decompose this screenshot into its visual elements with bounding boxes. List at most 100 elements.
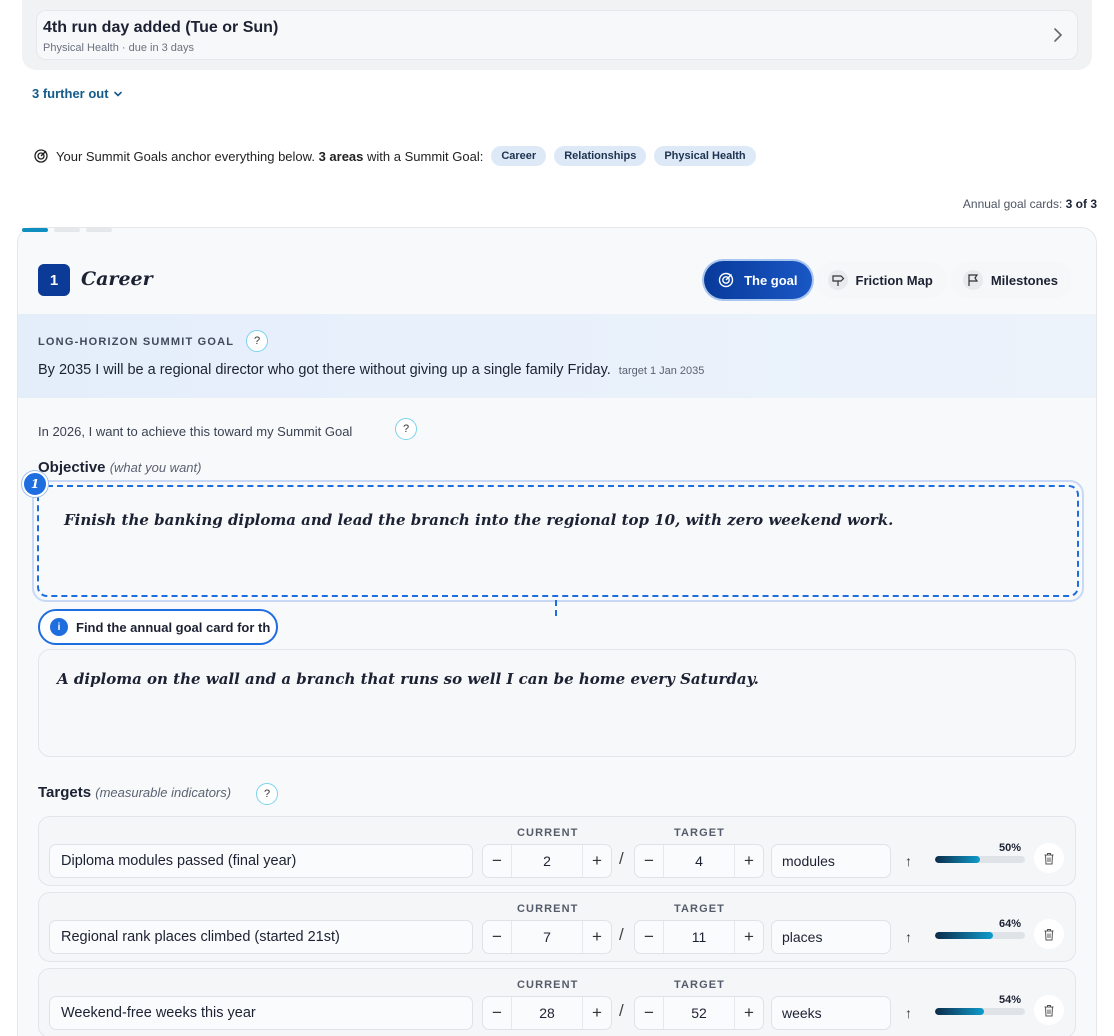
goal-card-title: Career: [81, 268, 153, 290]
current-stepper: − 7 +: [482, 920, 612, 954]
target-row: Weekend-free weeks this year CURRENT TAR…: [38, 968, 1076, 1036]
tab-milestones[interactable]: Milestones: [950, 261, 1072, 299]
further-out-toggle[interactable]: 3 further out: [32, 86, 123, 101]
chip-relationships[interactable]: Relationships: [554, 146, 647, 166]
current-value[interactable]: 28: [511, 997, 583, 1029]
tab-the-goal[interactable]: The goal: [704, 261, 812, 299]
target-value[interactable]: 11: [663, 921, 735, 953]
further-out-label: 3 further out: [32, 86, 109, 101]
pager-dot[interactable]: [86, 228, 112, 232]
target-icon: [716, 270, 736, 290]
target-stepper: − 52 +: [634, 996, 764, 1030]
trash-icon: [1044, 852, 1054, 864]
unit-input[interactable]: modules: [771, 844, 891, 878]
decrement-button[interactable]: −: [635, 845, 663, 877]
chevron-right-icon: [1054, 28, 1063, 42]
decrement-button[interactable]: −: [483, 845, 511, 877]
summit-goal-target: target 1 Jan 2035: [618, 365, 705, 377]
arrow-up-icon[interactable]: ↑: [905, 929, 912, 945]
target-row: Regional rank places climbed (started 21…: [38, 892, 1076, 962]
decrement-button[interactable]: −: [483, 921, 511, 953]
increment-button[interactable]: +: [583, 997, 611, 1029]
card-pager: [22, 228, 112, 232]
target-value[interactable]: 52: [663, 997, 735, 1029]
upcoming-item-subtitle: Physical Health · due in 3 days: [43, 42, 195, 54]
objective-field[interactable]: Finish the banking diploma and lead the …: [32, 480, 1084, 602]
guide-highlight: Finish the banking diploma and lead the …: [37, 485, 1079, 597]
progress-fill: [935, 856, 980, 863]
target-name-input[interactable]: Diploma modules passed (final year): [49, 844, 473, 878]
target-name-input[interactable]: Regional rank places climbed (started 21…: [49, 920, 473, 954]
help-icon[interactable]: ?: [395, 418, 417, 440]
pager-dot[interactable]: [22, 228, 48, 232]
progress-fill: [935, 932, 993, 939]
progress-percent: 50%: [999, 842, 1022, 854]
current-header: CURRENT: [517, 979, 579, 991]
guide-connector: [555, 600, 557, 616]
guide-step-marker: 1: [22, 471, 48, 497]
progress-bar: [935, 1008, 1025, 1015]
chip-physical-health[interactable]: Physical Health: [654, 146, 756, 166]
signpost-icon: [827, 270, 848, 290]
current-header: CURRENT: [517, 903, 579, 915]
separator: /: [619, 1001, 624, 1020]
targets-label: Targets (measurable indicators): [38, 784, 232, 801]
decrement-button[interactable]: −: [635, 921, 663, 953]
info-icon: i: [50, 618, 68, 636]
progress-bar: [935, 856, 1025, 863]
guide-tooltip-pill[interactable]: i Find the annual goal card for th: [38, 609, 278, 645]
summit-banner-text: Your Summit Goals anchor everything belo…: [56, 148, 484, 164]
current-value[interactable]: 2: [511, 845, 583, 877]
unit-input[interactable]: places: [771, 920, 891, 954]
separator: /: [619, 925, 624, 944]
arrow-up-icon[interactable]: ↑: [905, 1005, 912, 1021]
chip-career[interactable]: Career: [491, 146, 547, 166]
decrement-button[interactable]: −: [635, 997, 663, 1029]
chevron-down-icon: [113, 91, 122, 97]
annual-goal-count: Annual goal cards: 3 of 3: [962, 197, 1097, 211]
delete-button[interactable]: [1034, 995, 1064, 1025]
increment-button[interactable]: +: [735, 997, 763, 1029]
why-text: A diploma on the wall and a branch that …: [57, 670, 759, 688]
objective-label: Objective (what you want): [38, 459, 202, 476]
summit-goal-text: By 2035 I will be a regional director wh…: [38, 362, 705, 378]
increment-button[interactable]: +: [583, 921, 611, 953]
tab-label: Friction Map: [855, 272, 933, 288]
flag-icon: [962, 270, 983, 290]
trash-icon: [1044, 1004, 1054, 1016]
upcoming-item[interactable]: 4th run day added (Tue or Sun) Physical …: [36, 10, 1078, 60]
current-header: CURRENT: [517, 827, 579, 839]
tab-label: The goal: [744, 272, 798, 288]
delete-button[interactable]: [1034, 843, 1064, 873]
goal-card-career: 1 Career The goal Friction Map Milestone…: [17, 227, 1097, 1036]
target-header: TARGET: [674, 903, 726, 915]
current-stepper: − 28 +: [482, 996, 612, 1030]
trash-icon: [1044, 928, 1054, 940]
increment-button[interactable]: +: [735, 845, 763, 877]
progress-percent: 54%: [999, 994, 1022, 1006]
objective-text: Finish the banking diploma and lead the …: [64, 511, 894, 529]
why-field[interactable]: A diploma on the wall and a branch that …: [38, 649, 1076, 757]
tab-friction-map[interactable]: Friction Map: [815, 261, 947, 299]
target-stepper: − 11 +: [634, 920, 764, 954]
help-icon[interactable]: ?: [256, 783, 278, 805]
upcoming-item-title: 4th run day added (Tue or Sun): [43, 19, 279, 36]
help-icon[interactable]: ?: [246, 330, 268, 352]
progress-percent: 64%: [999, 918, 1022, 930]
pager-dot[interactable]: [54, 228, 80, 232]
delete-button[interactable]: [1034, 919, 1064, 949]
decrement-button[interactable]: −: [483, 997, 511, 1029]
increment-button[interactable]: +: [583, 845, 611, 877]
current-value[interactable]: 7: [511, 921, 583, 953]
unit-input[interactable]: weeks: [771, 996, 891, 1030]
upcoming-list: 4th run day added (Tue or Sun) Physical …: [22, 0, 1092, 70]
increment-button[interactable]: +: [735, 921, 763, 953]
summit-goal-label: LONG-HORIZON SUMMIT GOAL: [38, 336, 235, 348]
target-header: TARGET: [674, 827, 726, 839]
progress-bar: [935, 932, 1025, 939]
target-value[interactable]: 4: [663, 845, 735, 877]
arrow-up-icon[interactable]: ↑: [905, 853, 912, 869]
target-name-input[interactable]: Weekend-free weeks this year: [49, 996, 473, 1030]
target-header: TARGET: [674, 979, 726, 991]
tab-label: Milestones: [990, 272, 1058, 288]
